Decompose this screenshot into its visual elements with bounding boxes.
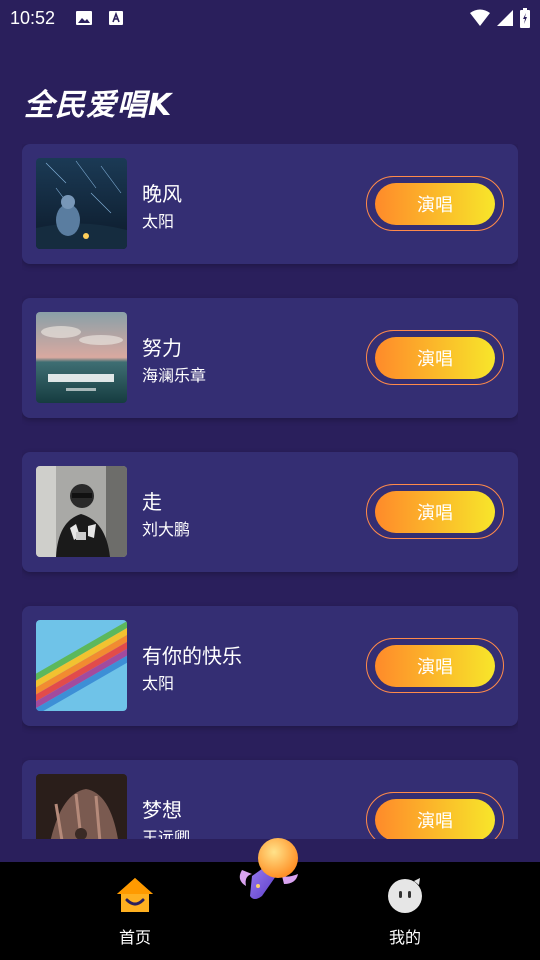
sing-button[interactable]: 演唱: [375, 798, 495, 839]
tab-mine[interactable]: 我的: [365, 876, 445, 947]
tab-mine-label: 我的: [388, 928, 421, 947]
song-list[interactable]: 晚风 太阳 演唱 努力 海澜乐章 演唱 走 刘大鹏 演唱 有你的快乐 太阳 演唱…: [22, 144, 518, 839]
song-title: 晚风: [142, 182, 182, 206]
image-icon: [75, 9, 93, 27]
tab-home[interactable]: 首页: [95, 876, 175, 947]
microphone-button[interactable]: [236, 836, 306, 908]
sing-button-outline: 演唱: [366, 638, 504, 693]
song-artist: 王远卿: [142, 828, 191, 839]
signal-icon: [496, 9, 514, 32]
song-artist: 太阳: [142, 674, 175, 693]
microphone-icon: [236, 838, 306, 912]
list-item[interactable]: 努力 海澜乐章 演唱: [22, 298, 518, 418]
tab-home-label: 首页: [118, 928, 151, 947]
page-title: 全民爱唱K: [24, 88, 173, 123]
list-item[interactable]: 有你的快乐 太阳 演唱: [22, 606, 518, 726]
sing-button[interactable]: 演唱: [375, 644, 495, 687]
song-artist: 刘大鹏: [142, 520, 191, 539]
sing-button[interactable]: 演唱: [375, 336, 495, 379]
album-cover: [36, 466, 127, 557]
profile-icon: [386, 876, 424, 918]
status-time: 10:52: [10, 7, 56, 28]
sing-button-outline: 演唱: [366, 330, 504, 385]
list-item[interactable]: 晚风 太阳 演唱: [22, 144, 518, 264]
list-item[interactable]: 走 刘大鹏 演唱: [22, 452, 518, 572]
sing-button-outline: 演唱: [366, 792, 504, 839]
song-title: 努力: [142, 336, 182, 360]
song-artist: 太阳: [142, 212, 175, 231]
song-artist: 海澜乐章: [142, 366, 207, 385]
album-cover: [36, 620, 127, 711]
home-icon: [115, 876, 155, 918]
song-title: 有你的快乐: [142, 644, 242, 668]
wifi-icon: [470, 9, 490, 32]
text-icon: [107, 9, 125, 27]
album-cover: [36, 312, 127, 403]
sing-button-outline: 演唱: [366, 484, 504, 539]
sing-button[interactable]: 演唱: [375, 182, 495, 225]
song-title: 梦想: [142, 798, 182, 822]
status-bar: 10:52: [0, 0, 540, 36]
sing-button-outline: 演唱: [366, 176, 504, 231]
list-item[interactable]: 梦想 王远卿 演唱: [22, 760, 518, 839]
song-title: 走: [142, 490, 162, 514]
sing-button[interactable]: 演唱: [375, 490, 495, 533]
album-cover: [36, 774, 127, 839]
battery-icon: [520, 8, 530, 33]
album-cover: [36, 158, 127, 249]
